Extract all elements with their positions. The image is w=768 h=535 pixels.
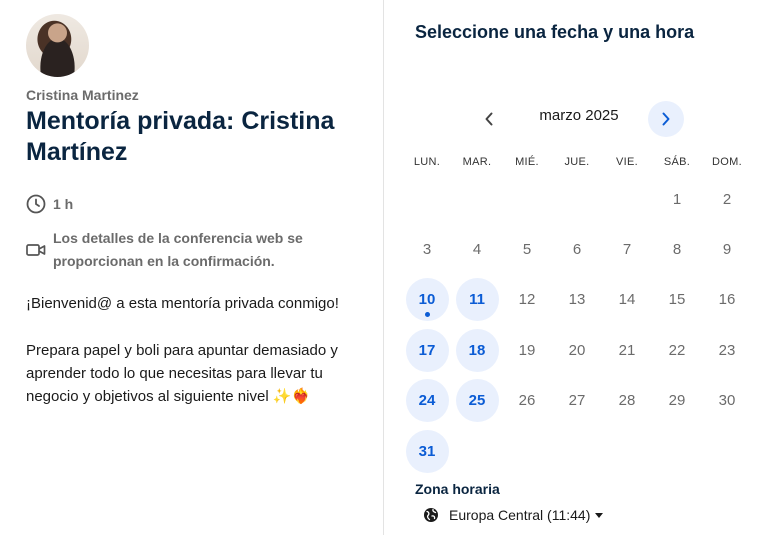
day-number: 26 (518, 392, 536, 410)
calendar-day-20: 20 (552, 325, 602, 375)
event-description-body: Prepara papel y boli para apuntar demasi… (26, 342, 338, 405)
chevron-right-icon (662, 112, 670, 126)
scheduler-title: Seleccione una fecha y una hora (415, 22, 695, 42)
day-number: 30 (718, 392, 736, 410)
event-duration: 1 h (26, 193, 73, 216)
calendar-day-28: 28 (602, 376, 652, 426)
calendar-day-26: 26 (502, 376, 552, 426)
event-details-panel: Cristina Martinez Mentoría privada: Cris… (0, 0, 383, 535)
day-number: 27 (568, 392, 586, 410)
day-number: 8 (672, 241, 682, 259)
calendar-day-24[interactable]: 24 (402, 376, 452, 426)
timezone-selector[interactable]: Europa Central (11:44) (423, 507, 604, 523)
day-number: 3 (422, 241, 432, 259)
previous-month-button[interactable] (474, 104, 504, 134)
day-number: 9 (722, 241, 732, 259)
chevron-left-icon (485, 112, 493, 126)
calendar-day-23: 23 (702, 325, 752, 375)
calendar-day-17[interactable]: 17 (402, 325, 452, 375)
day-number: 24 (405, 379, 449, 423)
calendar-day-14: 14 (602, 275, 652, 325)
event-title: Mentoría privada: Cristina Martínez (26, 107, 335, 166)
next-month-button[interactable] (648, 101, 684, 137)
day-number: 16 (718, 291, 736, 309)
calendar-day-25[interactable]: 25 (452, 376, 502, 426)
scheduler-panel: Seleccione una fecha y una hora marzo 20… (384, 0, 768, 535)
calendar-day-27: 27 (552, 376, 602, 426)
day-number: 18 (455, 328, 499, 372)
calendar-day-13: 13 (552, 275, 602, 325)
weekday-label: MAR. (462, 156, 492, 168)
duration-text: 1 h (53, 196, 74, 212)
weekday-label: SÁB. (663, 156, 691, 168)
day-number: 25 (455, 379, 499, 423)
calendar-day-16: 16 (702, 275, 752, 325)
day-number: 11 (455, 278, 499, 322)
weekday-label: DOM. (712, 156, 742, 168)
day-number: 6 (572, 241, 582, 259)
caret-down-icon (595, 512, 604, 518)
day-number: 2 (722, 190, 732, 208)
today-indicator (424, 312, 430, 318)
video-camera-icon (26, 240, 46, 260)
calendar-day-19: 19 (502, 325, 552, 375)
calendar-day-9: 9 (702, 224, 752, 274)
organizer-avatar (26, 14, 89, 77)
calendar-day-5: 5 (502, 224, 552, 274)
calendar-day-15: 15 (652, 275, 702, 325)
clock-icon (26, 194, 46, 214)
calendar-day-22: 22 (652, 325, 702, 375)
day-number: 21 (618, 341, 636, 359)
weekday-header: LUN. MAR. MIÉ. JUE. VIE. SÁB. DOM. (402, 156, 752, 168)
day-number: 17 (405, 328, 449, 372)
day-number: 13 (568, 291, 586, 309)
calendar-day-21: 21 (602, 325, 652, 375)
day-number: 22 (668, 341, 686, 359)
calendar-day-6: 6 (552, 224, 602, 274)
day-number: 29 (668, 392, 686, 410)
calendar-day-12: 12 (502, 275, 552, 325)
month-label: marzo 2025 (539, 107, 619, 124)
calendar-day-7: 7 (602, 224, 652, 274)
timezone-label: Zona horaria (415, 481, 500, 497)
calendar-grid: 1 2 3 4 5 6 7 8 9 10 11 12 13 14 15 16 17 18 19 20 21 22 23 24 2… (402, 174, 752, 476)
calendar-day-31[interactable]: 31 (402, 426, 452, 476)
timezone-value: Europa Central (11:44) (449, 507, 591, 523)
day-number: 12 (518, 291, 536, 309)
calendar-day-18[interactable]: 18 (452, 325, 502, 375)
day-number: 20 (568, 341, 586, 359)
event-conference-info: Los detalles de la conferencia web se pr… (26, 227, 346, 273)
calendar-day-3: 3 (402, 224, 452, 274)
organizer-name: Cristina Martinez (26, 87, 139, 103)
calendar-day-30: 30 (702, 376, 752, 426)
day-number: 14 (618, 291, 636, 309)
calendar-day-10[interactable]: 10 (402, 275, 452, 325)
event-description-intro: ¡Bienvenid@ a esta mentoría privada conm… (26, 295, 339, 312)
day-number: 7 (622, 241, 632, 259)
day-number: 31 (405, 429, 449, 473)
day-number: 23 (718, 341, 736, 359)
globe-icon (424, 508, 438, 522)
calendar-day-4: 4 (452, 224, 502, 274)
day-number: 4 (472, 241, 482, 259)
calendar-day-8: 8 (652, 224, 702, 274)
day-number: 1 (672, 190, 682, 208)
weekday-label: JUE. (564, 156, 590, 168)
calendar-day-1: 1 (652, 174, 702, 224)
day-number: 5 (522, 241, 532, 259)
day-number: 28 (618, 392, 636, 410)
calendar-day-2: 2 (702, 174, 752, 224)
weekday-label: MIÉ. (515, 156, 539, 168)
calendar-day-11[interactable]: 11 (452, 275, 502, 325)
calendar-day-29: 29 (652, 376, 702, 426)
day-number: 19 (518, 341, 536, 359)
weekday-label: VIE. (616, 156, 638, 168)
weekday-label: LUN. (413, 156, 441, 168)
day-number: 15 (668, 291, 686, 309)
conference-note: Los detalles de la conferencia web se pr… (53, 230, 303, 269)
